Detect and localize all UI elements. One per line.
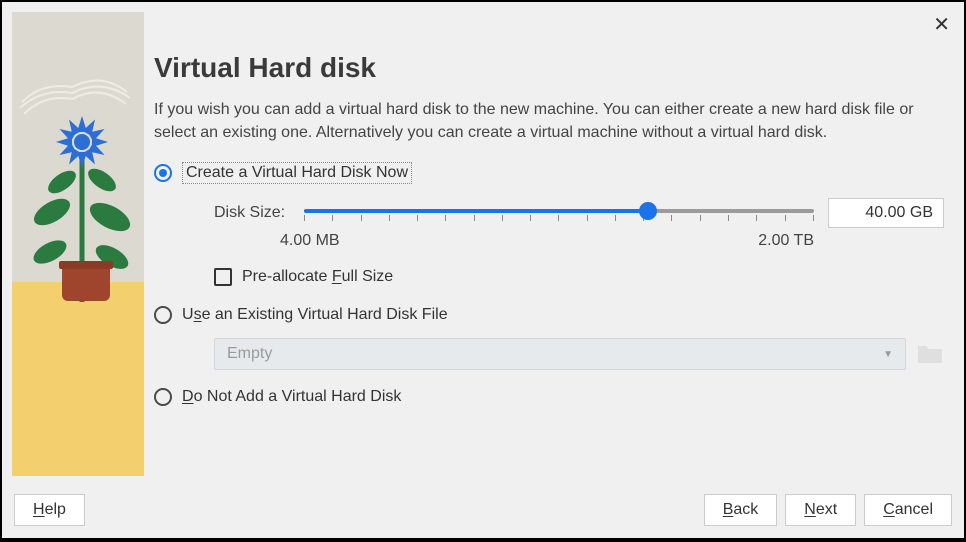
radio-icon[interactable] [154, 164, 172, 182]
next-button[interactable]: Next [785, 494, 856, 526]
checkbox-icon[interactable] [214, 268, 232, 286]
preallocate-label: Pre-allocate Full Size [242, 268, 393, 286]
page-description: If you wish you can add a virtual hard d… [154, 98, 944, 144]
browse-folder-icon[interactable] [916, 342, 944, 366]
wizard-illustration [12, 12, 144, 476]
radio-no-disk[interactable]: Do Not Add a Virtual Hard Disk [154, 388, 944, 406]
select-placeholder: Empty [227, 345, 272, 363]
radio-no-disk-label: Do Not Add a Virtual Hard Disk [182, 388, 401, 406]
radio-icon[interactable] [154, 306, 172, 324]
radio-icon[interactable] [154, 388, 172, 406]
disk-size-slider[interactable] [304, 201, 814, 225]
slider-max-label: 2.00 TB [758, 232, 814, 250]
disk-size-label: Disk Size: [214, 204, 290, 222]
page-title: Virtual Hard disk [154, 52, 944, 84]
radio-create-disk[interactable]: Create a Virtual Hard Disk Now [154, 162, 944, 184]
existing-disk-select[interactable]: Empty ▼ [214, 338, 906, 370]
preallocate-checkbox-row[interactable]: Pre-allocate Full Size [214, 268, 944, 286]
slider-min-label: 4.00 MB [280, 232, 340, 250]
back-button[interactable]: Back [704, 494, 778, 526]
chevron-down-icon: ▼ [883, 349, 893, 360]
radio-use-existing[interactable]: Use an Existing Virtual Hard Disk File [154, 306, 944, 324]
cancel-button[interactable]: Cancel [864, 494, 952, 526]
disk-size-input[interactable] [828, 198, 944, 228]
close-icon[interactable]: ✕ [933, 12, 950, 37]
radio-create-label: Create a Virtual Hard Disk Now [182, 162, 412, 184]
help-button[interactable]: Help [14, 494, 85, 526]
radio-use-existing-label: Use an Existing Virtual Hard Disk File [182, 306, 448, 324]
